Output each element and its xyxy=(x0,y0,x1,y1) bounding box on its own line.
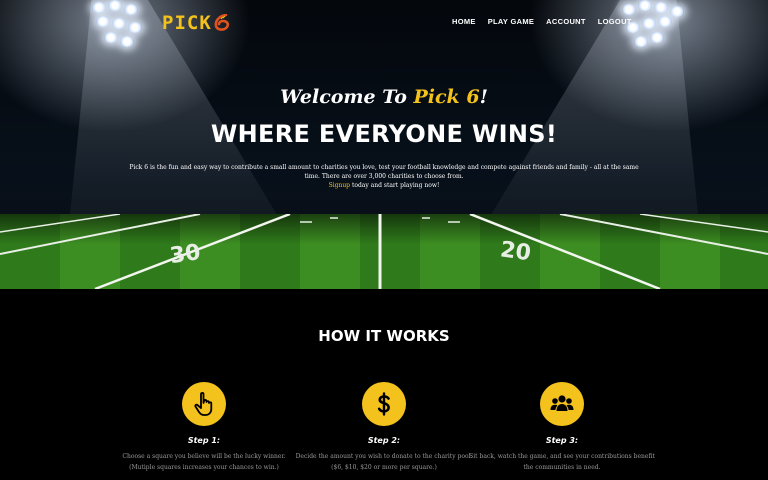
nav-play-game[interactable]: PLAY GAME xyxy=(488,17,534,26)
group-icon xyxy=(550,395,574,411)
step-card-1: Step 1: Choose a square you believe will… xyxy=(109,382,299,473)
yard-number-right: 20 xyxy=(499,237,533,266)
step-label: Step 3: xyxy=(545,436,579,445)
step-label: Step 2: xyxy=(367,436,401,445)
step-description: Decide the amount you wish to donate to … xyxy=(295,453,473,471)
step-label: Step 1: xyxy=(187,436,221,445)
intro-text: Pick 6 is the fun and easy way to contri… xyxy=(129,164,639,180)
logo-text: PICK xyxy=(162,12,212,34)
pointing-hand-icon xyxy=(194,391,213,416)
step-description: Sit back, watch the game, and see your c… xyxy=(469,453,655,471)
site-logo[interactable]: PICK xyxy=(162,12,230,34)
welcome-brand: Pick 6 xyxy=(413,86,480,108)
football-field-image: 30 20 xyxy=(0,214,768,289)
nav-logout[interactable]: LOGOUT xyxy=(598,17,632,26)
how-it-works-title: HOW IT WORKS xyxy=(318,327,450,345)
step-icon-circle xyxy=(540,382,584,426)
welcome-heading: Welcome To Pick 6! xyxy=(0,86,768,108)
yard-number-left: 30 xyxy=(168,240,202,269)
step-card-3: Step 3: Sit back, watch the game, and se… xyxy=(467,382,657,473)
page-tagline: WHERE EVERYONE WINS! xyxy=(210,120,558,148)
main-nav: HOME PLAY GAME ACCOUNT LOGOUT xyxy=(452,17,632,26)
nav-home[interactable]: HOME xyxy=(452,17,476,26)
welcome-suffix: ! xyxy=(479,86,488,108)
dollar-icon xyxy=(377,392,390,416)
welcome-prefix: Welcome To xyxy=(280,86,414,108)
signup-link[interactable]: Signup xyxy=(329,182,350,189)
signup-suffix: today and start playing now! xyxy=(350,182,440,189)
football-six-icon xyxy=(214,14,229,31)
intro-paragraph: Pick 6 is the fun and easy way to contri… xyxy=(124,163,644,190)
step-card-2: Step 2: Decide the amount you wish to do… xyxy=(289,382,479,473)
nav-account[interactable]: ACCOUNT xyxy=(546,17,586,26)
step-description: Choose a square you believe will be the … xyxy=(122,453,286,471)
step-icon-circle xyxy=(182,382,226,426)
step-icon-circle xyxy=(362,382,406,426)
